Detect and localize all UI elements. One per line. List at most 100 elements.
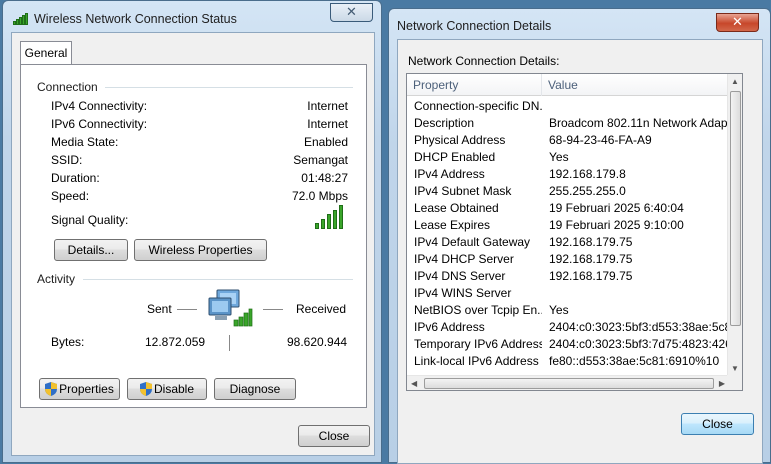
ipv4-connectivity-value: Internet: [307, 99, 348, 113]
activity-divider: [83, 279, 353, 280]
ssid-value: Semangat: [293, 153, 348, 167]
connection-divider: [105, 87, 353, 88]
diagnose-button[interactable]: Diagnose: [214, 378, 296, 400]
row-value: 19 Februari 2025 6:40:04: [549, 201, 684, 215]
properties-button[interactable]: Properties: [39, 378, 120, 400]
row-value: Broadcom 802.11n Network Adapter: [549, 116, 729, 130]
row-property: Temporary IPv6 Address: [414, 337, 542, 351]
details-window: Network Connection Details ✕ Network Con…: [388, 8, 771, 464]
row-value: 192.168.179.75: [549, 269, 633, 283]
table-row[interactable]: IPv4 DNS Server 192.168.179.75: [407, 268, 729, 285]
row-value: 192.168.179.8: [549, 167, 626, 181]
vertical-scroll-thumb[interactable]: [730, 91, 741, 326]
scroll-down-arrow-icon[interactable]: ▼: [731, 364, 739, 373]
uac-shield-icon: [45, 382, 58, 396]
wireless-properties-button[interactable]: Wireless Properties: [134, 239, 267, 261]
details-button[interactable]: Details...: [54, 239, 128, 261]
status-titlebar[interactable]: Wireless Network Connection Status ✕: [3, 1, 381, 33]
table-row[interactable]: IPv4 Address 192.168.179.8: [407, 166, 729, 183]
row-value: 68-94-23-46-FA-A9: [549, 133, 652, 147]
table-row[interactable]: Temporary IPv6 Address 2404:c0:3023:5bf3:…: [407, 336, 729, 353]
uac-shield-icon: [139, 382, 152, 396]
details-rows: Connection-specific DN... Description Bro…: [407, 98, 729, 370]
media-state-label: Media State:: [51, 135, 119, 149]
details-client: Network Connection Details: Property Val…: [397, 39, 763, 464]
signal-icon: [13, 13, 29, 25]
ipv6-connectivity-value: Internet: [307, 117, 348, 131]
disable-button[interactable]: Disable: [127, 378, 207, 400]
received-line: [263, 309, 283, 310]
duration-value: 01:48:27: [301, 171, 348, 185]
details-window-title: Network Connection Details: [397, 19, 552, 33]
table-row[interactable]: IPv4 Default Gateway 192.168.179.75: [407, 234, 729, 251]
details-close-icon[interactable]: ✕: [716, 13, 759, 32]
bytes-sent-value: 12.872.059: [145, 335, 206, 349]
bytes-label: Bytes:: [51, 335, 85, 349]
status-close-button[interactable]: Close: [298, 425, 370, 447]
scroll-up-arrow-icon[interactable]: ▲: [731, 77, 739, 86]
row-property: IPv4 WINS Server: [414, 286, 512, 300]
media-state-value: Enabled: [303, 135, 348, 149]
row-property: DHCP Enabled: [414, 150, 496, 164]
horizontal-scroll-thumb[interactable]: [424, 378, 714, 389]
bytes-divider: [229, 335, 230, 351]
table-row[interactable]: IPv4 WINS Server: [407, 285, 729, 302]
sent-label: Sent: [147, 302, 172, 316]
row-property: Lease Expires: [414, 218, 491, 232]
row-value: 255.255.255.0: [549, 184, 626, 198]
scroll-corner: [727, 375, 742, 390]
row-property: Description: [414, 116, 475, 130]
properties-button-label: Properties: [59, 382, 114, 396]
status-window-title: Wireless Network Connection Status: [34, 12, 237, 26]
row-property: IPv6 Address: [414, 320, 485, 334]
row-value: 19 Februari 2025 9:10:00: [549, 218, 684, 232]
listview-header: Property Value: [407, 74, 729, 96]
row-property: IPv4 DNS Server: [414, 269, 506, 283]
received-label: Received: [296, 302, 347, 316]
tab-general[interactable]: General: [20, 41, 72, 65]
signal-quality-label: Signal Quality:: [51, 213, 129, 227]
status-client: General Connection IPv4 Connectivity: In…: [11, 32, 375, 456]
table-row[interactable]: Connection-specific DN...: [407, 98, 729, 115]
table-row[interactable]: IPv4 DHCP Server 192.168.179.75: [407, 251, 729, 268]
table-row[interactable]: IPv4 Subnet Mask 255.255.255.0: [407, 183, 729, 200]
table-row[interactable]: DHCP Enabled Yes: [407, 149, 729, 166]
general-panel: Connection IPv4 Connectivity: Internet I…: [20, 64, 367, 408]
row-property: Lease Obtained: [414, 201, 499, 215]
row-value: 192.168.179.75: [549, 252, 633, 266]
vertical-scrollbar[interactable]: ▲ ▼: [727, 74, 742, 376]
table-row[interactable]: NetBIOS over Tcpip En... Yes: [407, 302, 729, 319]
row-value: 2404:c0:3023:5bf3:7d75:4823:426d:7: [549, 337, 729, 351]
details-titlebar[interactable]: Network Connection Details ✕: [389, 9, 770, 41]
bytes-received-value: 98.620.944: [287, 335, 348, 349]
ipv6-connectivity-label: IPv6 Connectivity:: [51, 117, 148, 131]
row-value: 2404:c0:3023:5bf3:d553:38ae:5c81:6: [549, 320, 729, 334]
details-listview[interactable]: Property Value Connection-specific DN...…: [406, 73, 743, 391]
details-close-button[interactable]: Close: [681, 413, 754, 435]
row-property: NetBIOS over Tcpip En...: [414, 303, 542, 317]
sent-line: [177, 309, 197, 310]
scroll-right-arrow-icon[interactable]: ▶: [719, 379, 725, 388]
horizontal-scrollbar[interactable]: ◀ ▶: [407, 375, 729, 390]
table-row[interactable]: Physical Address 68-94-23-46-FA-A9: [407, 132, 729, 149]
activity-heading: Activity: [37, 272, 76, 286]
table-row[interactable]: Lease Obtained 19 Februari 2025 6:40:04: [407, 200, 729, 217]
table-row[interactable]: Link-local IPv6 Address fe80::d553:38ae:5…: [407, 353, 729, 370]
column-property[interactable]: Property: [407, 74, 542, 96]
row-property: IPv4 DHCP Server: [414, 252, 514, 266]
table-row[interactable]: IPv6 Address 2404:c0:3023:5bf3:d553:38ae:…: [407, 319, 729, 336]
row-property: IPv4 Address: [414, 167, 485, 181]
row-value: 192.168.179.75: [549, 235, 633, 249]
table-row[interactable]: Lease Expires 19 Februari 2025 9:10:00: [407, 217, 729, 234]
speed-value: 72.0 Mbps: [291, 189, 348, 203]
row-value: Yes: [549, 303, 569, 317]
duration-label: Duration:: [51, 171, 100, 185]
column-value[interactable]: Value: [542, 74, 729, 96]
disable-button-label: Disable: [153, 382, 195, 396]
connection-heading: Connection: [37, 80, 98, 94]
scroll-left-arrow-icon[interactable]: ◀: [411, 379, 417, 388]
status-close-icon[interactable]: ✕: [330, 3, 373, 22]
ipv4-connectivity-label: IPv4 Connectivity:: [51, 99, 148, 113]
table-row[interactable]: Description Broadcom 802.11n Network Adap…: [407, 115, 729, 132]
row-property: IPv4 Default Gateway: [414, 235, 531, 249]
